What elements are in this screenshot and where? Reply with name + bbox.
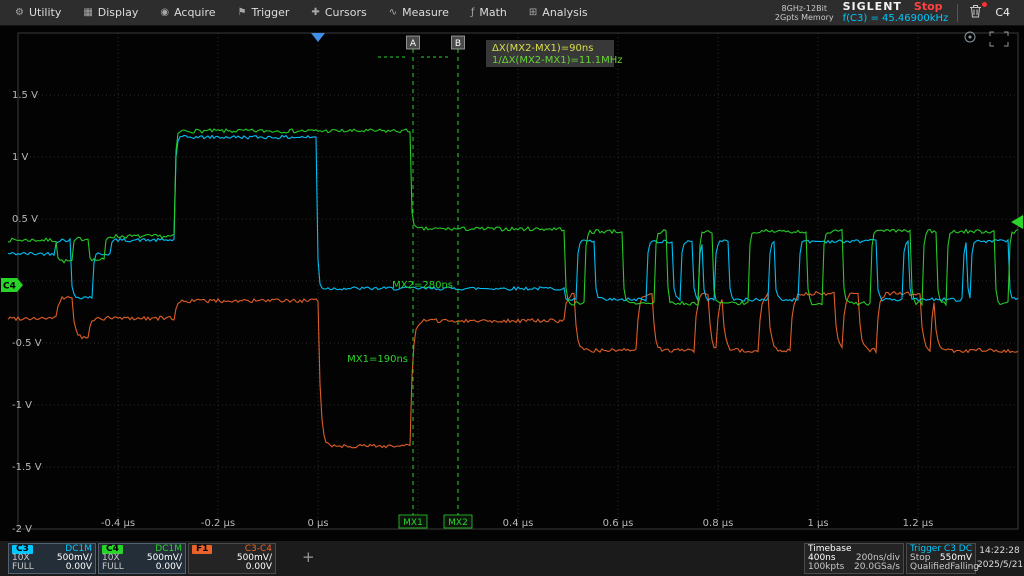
menubar-right: 8GHz-12Bit 2Gpts Memory SIGLENT Stop f(C… [775, 1, 1024, 25]
hw-memory: 2Gpts Memory [775, 13, 834, 22]
drag-handle-icon[interactable]: + [302, 548, 315, 566]
trash-glyph [969, 4, 982, 18]
trigger-slope: Falling [950, 563, 979, 572]
x-axis-label: 1.2 µs [903, 518, 934, 529]
menu-trigger[interactable]: ⚑ Trigger [227, 0, 301, 25]
c3-bandwidth: FULL [12, 563, 34, 572]
notification-dot [982, 2, 987, 7]
y-axis-label: -2 V [12, 524, 32, 535]
y-axis-label: -1 V [12, 400, 32, 411]
cursor-b-tag-label: MX2 [448, 518, 468, 528]
menu-analysis[interactable]: ⊞ Analysis [518, 0, 599, 25]
x-axis-label: -0.2 µs [201, 518, 235, 529]
x-axis-label: -0.4 µs [101, 518, 135, 529]
y-axis-label: 1 V [12, 152, 29, 163]
trash-icon[interactable] [967, 4, 984, 21]
menu-cursors[interactable]: ✚ Cursors [300, 0, 377, 25]
hardware-info: 8GHz-12Bit 2Gpts Memory [775, 4, 834, 22]
fullscreen-icon[interactable] [990, 32, 1008, 46]
y-axis-label: -0.5 V [12, 338, 42, 349]
trace-c4 [8, 129, 1018, 305]
oscilloscope-ui: ⚙ Utility ▦ Display ◉ Acquire ⚑ Trigger ✚ Cursors… [0, 0, 1024, 576]
separator [957, 4, 958, 22]
timebase-points: 100kpts [808, 563, 844, 572]
menu-label: Display [98, 6, 139, 19]
y-axis-label: 0.5 V [12, 214, 38, 225]
cursor-a-handle-label: A [410, 39, 417, 49]
plot-svg: 1.5 V 1 V 0.5 V -0.5 V -1 V -1.5 V -2 V -0.4 µs… [0, 26, 1024, 540]
clock-time: 14:22:28 [977, 544, 1022, 558]
x-axis-label: 1 µs [807, 518, 828, 529]
cursor-delta-x: ΔX(MX2-MX1)=90ns [492, 43, 593, 54]
menu-label: Trigger [251, 6, 289, 19]
menu-measure[interactable]: ∿ Measure [378, 0, 460, 25]
f1-offset: 0.00V [246, 563, 272, 572]
menu-label: Analysis [542, 6, 587, 19]
timebase-panel[interactable]: Timebase 400ns 200ns/div 100kpts 20.0GSa… [804, 543, 904, 574]
waveform-display: 1.5 V 1 V 0.5 V -0.5 V -1 V -1.5 V -2 V -0.4 µs… [0, 26, 1024, 540]
c4-bandwidth: FULL [102, 563, 124, 572]
x-axis-label: 0.6 µs [603, 518, 634, 529]
trace-f1 [8, 292, 1018, 448]
x-axis-label: 0 µs [307, 518, 328, 529]
top-menubar: ⚙ Utility ▦ Display ◉ Acquire ⚑ Trigger ✚ Cursors… [0, 0, 1024, 26]
acquisition-status[interactable]: Stop [914, 1, 943, 13]
c3-offset: 0.00V [66, 563, 92, 572]
menu-utility[interactable]: ⚙ Utility [4, 0, 72, 25]
mx2-value-label: MX2=280ns [392, 280, 453, 291]
clock-date: 2025/5/21 [977, 558, 1022, 572]
clock[interactable]: 14:22:28 2025/5/21 [977, 544, 1022, 572]
channel-descriptor-c3[interactable]: C3 DC1M 10X 500mV/ FULL 0.00V [8, 543, 96, 574]
menu-label: Utility [29, 6, 61, 19]
measure-icon: ∿ [389, 7, 397, 18]
screenshot-icon-dot [969, 36, 972, 39]
acquire-icon: ◉ [160, 7, 169, 18]
siglent-logo: SIGLENT [843, 1, 902, 13]
timebase-rate: 20.0GSa/s [854, 563, 900, 572]
menu-math[interactable]: ƒ Math [460, 0, 518, 25]
cursors-icon: ✚ [311, 7, 319, 18]
x-axis-label: 0.4 µs [503, 518, 534, 529]
menu-display[interactable]: ▦ Display [72, 0, 149, 25]
trace-c3 [8, 135, 1018, 301]
trigger-icon: ⚑ [238, 7, 247, 18]
trigger-position-marker[interactable] [311, 33, 325, 42]
hw-bandwidth: 8GHz-12Bit [775, 4, 834, 13]
menu-label: Math [479, 6, 507, 19]
cursor-a-tag-label: MX1 [403, 518, 423, 528]
f1-badge: F1 [192, 545, 212, 554]
menu-label: Cursors [325, 6, 367, 19]
c4-ground-label: C4 [3, 282, 16, 292]
utility-icon: ⚙ [15, 7, 24, 18]
math-descriptor-f1[interactable]: F1 C3-C4 500mV/ 0.00V [188, 543, 276, 574]
menu-acquire[interactable]: ◉ Acquire [149, 0, 226, 25]
cursor-b-handle-label: B [455, 39, 461, 49]
mx1-value-label: MX1=190ns [347, 354, 408, 365]
trigger-level-marker[interactable] [1011, 215, 1023, 229]
menu-items: ⚙ Utility ▦ Display ◉ Acquire ⚑ Trigger ✚ Cursors… [0, 0, 599, 25]
channel-descriptor-c4[interactable]: C4 DC1M 10X 500mV/ FULL 0.00V [98, 543, 186, 574]
active-channel-selector[interactable]: C4 [993, 6, 1018, 19]
analysis-icon: ⊞ [529, 7, 537, 18]
display-icon: ▦ [83, 7, 92, 18]
c4-offset: 0.00V [156, 563, 182, 572]
brand-block: SIGLENT Stop f(C3) = 45.46900kHz [843, 1, 949, 25]
math-icon: ƒ [471, 7, 475, 18]
trigger-type: Qualified [910, 563, 950, 572]
cursor-delta-freq: 1/ΔX(MX2-MX1)=11.1MHz [492, 55, 623, 66]
trigger-panel[interactable]: Trigger C3 DC Stop 550mV Qualified Falli… [906, 543, 976, 574]
y-axis-label: 1.5 V [12, 90, 38, 101]
frequency-counter: f(C3) = 45.46900kHz [843, 13, 949, 25]
y-axis-label: -1.5 V [12, 462, 42, 473]
x-axis-label: 0.8 µs [703, 518, 734, 529]
menu-label: Acquire [174, 6, 215, 19]
grid [18, 33, 1018, 529]
bottom-status-bar: C3 DC1M 10X 500mV/ FULL 0.00V C4 DC1M 10… [0, 540, 1024, 576]
menu-label: Measure [402, 6, 449, 19]
